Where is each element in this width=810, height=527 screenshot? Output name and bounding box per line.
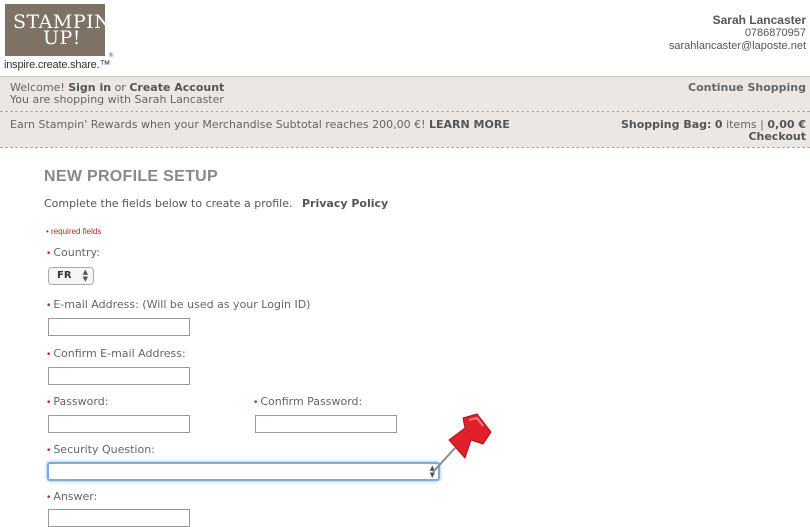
required-marker: • [46, 227, 49, 236]
security-question-label: • Security Question: [46, 443, 155, 456]
email-field[interactable] [48, 318, 190, 336]
confirm-email-field[interactable] [48, 367, 190, 385]
password-field[interactable] [48, 415, 190, 433]
rewards-bar: Earn Stampin' Rewards when your Merchand… [0, 112, 810, 147]
demonstrator-contact: Sarah Lancaster 0786870957 sarahlancaste… [669, 14, 806, 53]
push-pin-icon [432, 413, 492, 473]
country-label-text: Country: [53, 246, 100, 259]
country-value: FR [57, 270, 72, 281]
required-marker: • [253, 398, 259, 408]
confirm-password-field[interactable] [255, 415, 397, 433]
tagline: inspire.create.share.™ [4, 59, 111, 71]
privacy-policy-link[interactable]: Privacy Policy [302, 197, 388, 210]
rewards-message: Earn Stampin' Rewards when your Merchand… [10, 119, 510, 131]
country-label: • Country: [46, 246, 100, 259]
intro-text: Complete the fields below to create a pr… [44, 197, 388, 210]
required-marker: • [46, 446, 52, 456]
security-question-select[interactable]: ▲ ▼ [47, 462, 440, 481]
account-status: Welcome! Sign in or Create Account You a… [10, 82, 224, 106]
password-label-text: Password: [53, 395, 109, 408]
demonstrator-name: Sarah Lancaster [712, 13, 806, 27]
intro-message: Complete the fields below to create a pr… [44, 197, 293, 210]
answer-label-text: Answer: [53, 490, 98, 503]
confirm-email-label-text: Confirm E-mail Address: [53, 347, 186, 360]
confirm-email-label: • Confirm E-mail Address: [46, 347, 186, 360]
stampin-up-logo[interactable]: STAMPIN' UP! [5, 4, 116, 56]
confirm-password-label-text: Confirm Password: [260, 395, 363, 408]
bag-count: 0 [714, 118, 723, 131]
demonstrator-phone: 0786870957 [744, 27, 806, 39]
registered-mark: ® [108, 52, 114, 59]
page-title: NEW PROFILE SETUP [44, 168, 218, 185]
answer-field[interactable] [48, 509, 190, 527]
security-question-label-text: Security Question: [53, 443, 155, 456]
required-marker: • [46, 350, 52, 360]
learn-more-link[interactable]: LEARN MORE [429, 118, 510, 131]
shopping-bag-link[interactable]: Shopping Bag: [621, 118, 711, 131]
required-fields-note: • required fields [46, 227, 101, 236]
account-bar: Welcome! Sign in or Create Account You a… [0, 76, 810, 111]
email-label: • E-mail Address: (Will be used as your L… [46, 298, 310, 311]
required-marker: • [46, 249, 52, 259]
email-label-text: E-mail Address: (Will be used as your Lo… [53, 298, 311, 311]
shopping-bag-summary: Shopping Bag: 0 items | 0,00 € Checkout [621, 119, 806, 143]
select-arrows-icon: ▲ ▼ [82, 268, 88, 283]
password-label: • Password: [46, 395, 108, 408]
answer-label: • Answer: [46, 490, 97, 503]
required-marker: • [46, 493, 52, 503]
required-marker: • [46, 301, 52, 311]
confirm-password-label: • Confirm Password: [253, 395, 362, 408]
shopping-with-text: You are shopping with Sarah Lancaster [10, 93, 224, 106]
required-fields-text: required fields [51, 227, 102, 236]
demonstrator-email[interactable]: sarahlancaster@laposte.net [669, 40, 806, 53]
country-select[interactable]: FR ▲ ▼ [48, 267, 94, 285]
rewards-text: Earn Stampin' Rewards when your Merchand… [10, 118, 426, 131]
checkout-link[interactable]: Checkout [748, 130, 806, 143]
required-marker: • [46, 398, 52, 408]
divider [0, 147, 810, 148]
continue-shopping-link[interactable]: Continue Shopping [688, 82, 806, 94]
